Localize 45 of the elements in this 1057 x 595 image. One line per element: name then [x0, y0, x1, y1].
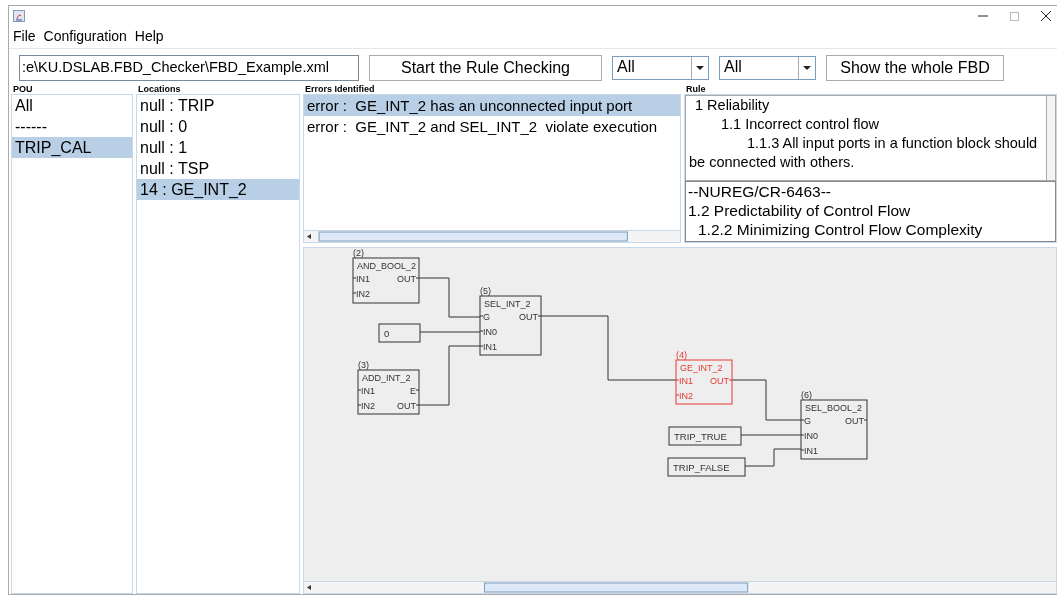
wire	[418, 345, 481, 406]
list-item[interactable]: All	[12, 95, 132, 116]
list-item[interactable]: null : 0	[137, 116, 299, 137]
filter-dropdown[interactable]: All	[612, 56, 709, 80]
wire	[744, 448, 802, 467]
show-fbd-button[interactable]: Show the whole FBD	[826, 55, 1004, 81]
rule-text: --NUREG/CR-6463--	[688, 182, 832, 201]
constant-box: 0	[378, 323, 421, 343]
list-item[interactable]: null : TSP	[137, 158, 299, 179]
list-item[interactable]: ------	[12, 116, 132, 137]
start-checking-button[interactable]: Start the Rule Checking	[369, 55, 602, 81]
wire	[418, 277, 481, 318]
rule-text: 1.1 Incorrect control flow	[720, 115, 880, 134]
file-path-field[interactable]: :e\KU.DSLAB.FBD_Checker\FBD_Example.xml	[19, 55, 359, 81]
vertical-scrollbar[interactable]	[1046, 96, 1055, 180]
close-icon[interactable]	[1041, 11, 1051, 21]
rule-text: 1.2 Predictability of Control Flow	[688, 201, 912, 220]
menu-item[interactable]: File	[13, 28, 36, 44]
list-item[interactable]: error : GE_INT_2 and SEL_INT_2 violate execution	[304, 116, 680, 137]
list-item[interactable]: null : TRIP	[137, 95, 299, 116]
group-title: POU	[12, 85, 34, 94]
list-item[interactable]: error : GE_INT_2 has an unconnected input port	[304, 95, 680, 116]
maximize-icon[interactable]	[1010, 11, 1019, 21]
constant-box: TRIP_FALSE	[667, 457, 746, 477]
horizontal-scrollbar[interactable]	[304, 581, 1056, 593]
dropdown-arrow-icon[interactable]	[696, 65, 704, 71]
menu-item[interactable]: Help	[134, 28, 164, 44]
wire	[419, 331, 481, 333]
app-icon	[13, 10, 25, 22]
rule-text: 1.1.3 All input ports in a function block should be connected with others.	[689, 134, 1039, 172]
group-title: Errors Identified	[304, 85, 376, 94]
horizontal-scrollbar[interactable]	[304, 230, 680, 242]
group-title: Locations	[137, 85, 182, 94]
list-item[interactable]: TRIP_CAL	[12, 137, 132, 158]
constant-box: TRIP_TRUE	[668, 426, 742, 446]
list-item[interactable]: null : 1	[137, 137, 299, 158]
wire	[731, 379, 802, 421]
dropdown-arrow-icon[interactable]	[803, 65, 811, 71]
rule-text: 1 Reliability	[694, 96, 771, 115]
menu-item[interactable]: Configuration	[43, 28, 127, 44]
wire	[740, 434, 802, 436]
rule-text: 1.2.2 Minimizing Control Flow Complexity	[697, 220, 984, 239]
list-item[interactable]: 14 : GE_INT_2	[137, 179, 299, 200]
filter-dropdown[interactable]: All	[719, 56, 816, 80]
group-title: Rule	[685, 85, 707, 94]
